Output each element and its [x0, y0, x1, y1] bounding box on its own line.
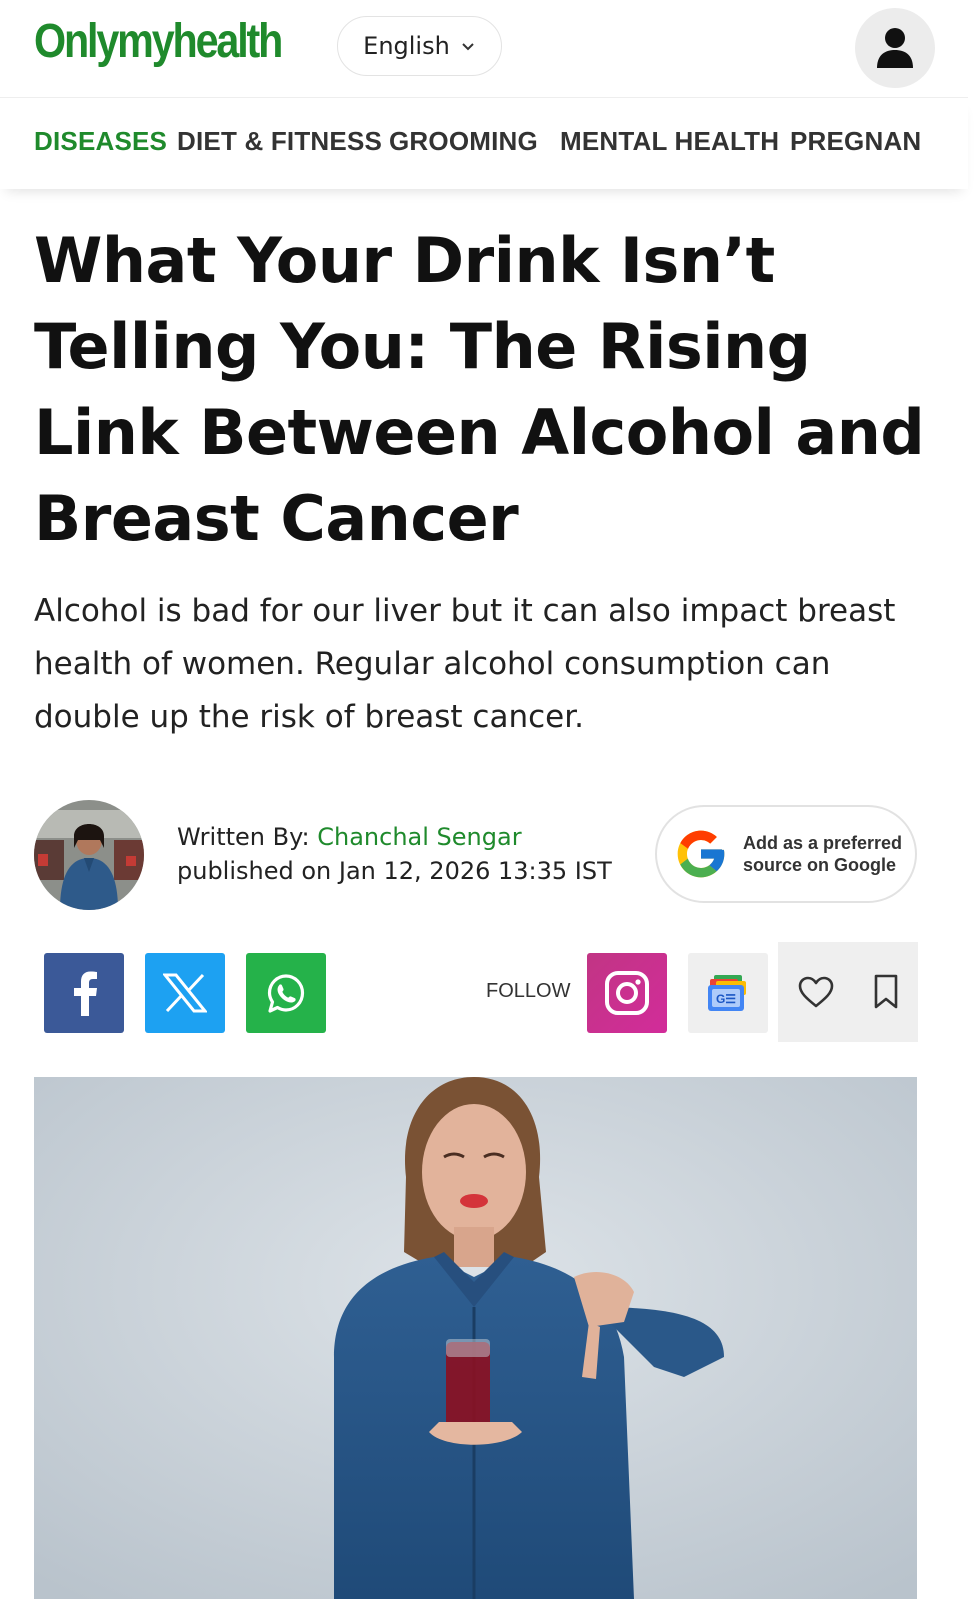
site-logo[interactable]: Onlymyhealth [34, 14, 283, 69]
follow-label: FOLLOW [486, 980, 571, 1002]
whatsapp-share-button[interactable] [246, 953, 326, 1033]
category-nav: DISEASES DIET & FITNESS GROOMING MENTAL … [0, 97, 968, 189]
facebook-share-button[interactable] [44, 953, 124, 1033]
written-by-label: Written By: [177, 823, 318, 851]
google-pref-line2: source on Google [743, 855, 897, 875]
google-pref-line1: Add as a preferred [743, 833, 903, 853]
language-label: English [363, 32, 450, 60]
article-headline: What Your Drink Isn’t Telling You: The R… [34, 224, 925, 555]
x-icon [163, 973, 207, 1013]
google-news-follow-button[interactable]: G☰ [688, 953, 768, 1033]
nav-item-grooming[interactable]: GROOMING [389, 126, 538, 157]
google-news-icon: G☰ [708, 975, 746, 1011]
facebook-icon [74, 971, 97, 1016]
nav-fade [928, 98, 968, 189]
x-share-button[interactable] [145, 953, 225, 1033]
instagram-icon [605, 971, 649, 1015]
top-bar: Onlymyhealth English [0, 0, 976, 96]
author-avatar[interactable] [34, 800, 144, 910]
nav-item-diseases[interactable]: DISEASES [34, 126, 167, 157]
author-meta: Written By: Chanchal Sengar published on… [177, 820, 612, 888]
google-pref-text: Add as a preferred source on Google [743, 832, 902, 876]
article-actions [778, 942, 918, 1042]
nav-item-diet-fitness[interactable]: DIET & FITNESS [177, 126, 382, 157]
chevron-down-icon [462, 43, 474, 51]
article-hero-image [34, 1077, 917, 1599]
whatsapp-icon [267, 974, 305, 1013]
nav-item-pregnancy[interactable]: PREGNAN [790, 126, 921, 157]
heart-icon[interactable] [798, 976, 834, 1008]
written-by: Written By: Chanchal Sengar [177, 820, 612, 854]
nav-item-mental-health[interactable]: MENTAL HEALTH [560, 126, 779, 157]
google-icon [677, 830, 725, 878]
google-preferred-source-button[interactable]: Add as a preferred source on Google [655, 805, 917, 903]
instagram-follow-button[interactable] [587, 953, 667, 1033]
svg-text:G☰: G☰ [716, 992, 736, 1006]
language-selector[interactable]: English [337, 16, 502, 76]
user-profile-button[interactable] [855, 8, 935, 88]
publish-date: published on Jan 12, 2026 13:35 IST [177, 857, 612, 885]
article-summary: Alcohol is bad for our liver but it can … [34, 593, 896, 735]
user-icon [877, 28, 913, 68]
author-name-link[interactable]: Chanchal Sengar [317, 823, 521, 851]
bookmark-icon[interactable] [873, 974, 899, 1010]
